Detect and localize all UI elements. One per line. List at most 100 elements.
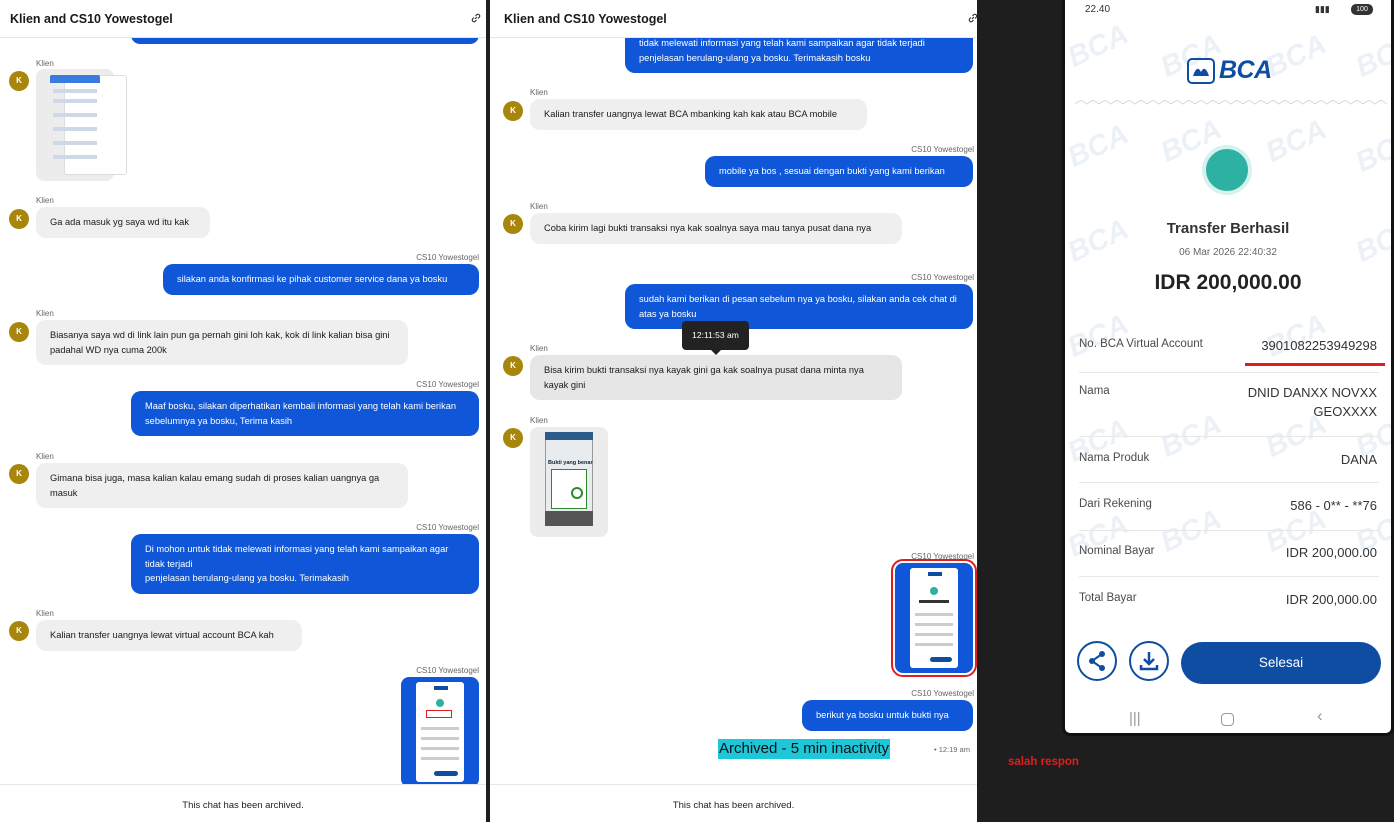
message-bubble: mobile ya bos , sesuai dengan bukti yang… bbox=[705, 156, 973, 187]
bank-name: BCA bbox=[1219, 56, 1272, 84]
avatar: K bbox=[503, 214, 523, 234]
row-label: Nama bbox=[1079, 385, 1110, 397]
sender-name: CS10 Yowestogel bbox=[911, 689, 974, 698]
row-value: IDR 200,000.00 bbox=[1285, 545, 1377, 560]
image-attachment[interactable] bbox=[401, 677, 479, 787]
archived-notice: Archived - 5 min inactivity bbox=[718, 739, 891, 759]
chat-panel-left: Klien and CS10 Yowestogel Klien K Klien … bbox=[0, 0, 486, 822]
watermark: BCA bbox=[1062, 118, 1134, 174]
sender-name: CS10 Yowestogel bbox=[911, 145, 974, 154]
chat-header: Klien and CS10 Yowestogel bbox=[490, 0, 977, 38]
avatar: K bbox=[9, 71, 29, 91]
message-bubble: Ga ada masuk yg saya wd itu kak bbox=[36, 207, 210, 238]
message-bubble: sudah kami berikan di pesan sebelum nya … bbox=[625, 284, 973, 329]
message-bubble: Maaf bosku, silakan diperhatikan kembali… bbox=[131, 391, 479, 436]
avatar: K bbox=[9, 621, 29, 641]
download-button[interactable] bbox=[1129, 641, 1169, 681]
avatar: K bbox=[9, 464, 29, 484]
row-label: Nama Produk bbox=[1079, 452, 1150, 464]
transfer-title: Transfer Berhasil bbox=[1166, 220, 1290, 237]
sender-name: CS10 Yowestogel bbox=[416, 380, 479, 389]
share-icon bbox=[1089, 651, 1105, 671]
row-value: DNID DANXX NOVXX GEOXXXX bbox=[1247, 385, 1377, 419]
message-bubble: Di mohon untuk tidak melewati informasi … bbox=[131, 534, 479, 594]
watermark: BCA bbox=[1155, 503, 1227, 559]
share-button[interactable] bbox=[1077, 641, 1117, 681]
archived-footer-text: This chat has been archived. bbox=[182, 800, 304, 811]
row-divider bbox=[1079, 530, 1379, 531]
image-attachment[interactable]: Bukti yang benar bbox=[530, 427, 608, 537]
sender-name: CS10 Yowestogel bbox=[911, 552, 974, 561]
transfer-datetime: 06 Mar 2026 22:40:32 bbox=[1179, 247, 1277, 258]
thumb-caption: Bukti yang benar bbox=[548, 460, 593, 466]
message-bubble: silakan anda konfirmasi ke pihak custome… bbox=[163, 264, 479, 295]
bca-logo: BCA bbox=[1187, 56, 1275, 86]
message-bubble: Bisa kirim bukti transaksi nya kayak gin… bbox=[530, 355, 902, 400]
sender-name: Klien bbox=[36, 196, 54, 205]
row-value: IDR 200,000.00 bbox=[1285, 592, 1377, 607]
message-bubble: Biasanya saya wd di link lain pun ga per… bbox=[36, 320, 408, 365]
chat-footer: This chat has been archived. bbox=[490, 784, 977, 822]
bca-receipt-screenshot: 22.40 ▮▮▮ 100 BCA BCA BCA BCA BCA BCA BC… bbox=[1062, 0, 1394, 736]
row-label: No. BCA Virtual Account bbox=[1079, 338, 1203, 350]
sender-name: Klien bbox=[530, 344, 548, 353]
watermark: BCA bbox=[1062, 18, 1134, 74]
image-attachment[interactable] bbox=[36, 69, 127, 181]
row-label: Dari Rekening bbox=[1079, 498, 1152, 510]
sender-name: Klien bbox=[36, 452, 54, 461]
sender-name: Klien bbox=[530, 202, 548, 211]
home-icon[interactable] bbox=[1221, 713, 1234, 726]
chat-header: Klien and CS10 Yowestogel bbox=[0, 0, 486, 38]
download-icon bbox=[1139, 652, 1159, 671]
watermark: BCA bbox=[1350, 28, 1394, 84]
sender-name: Klien bbox=[530, 88, 548, 97]
back-icon[interactable]: ‹ bbox=[1317, 706, 1323, 726]
sender-name: Klien bbox=[36, 59, 54, 68]
message-bubble: Kalian transfer uangnya lewat virtual ac… bbox=[36, 620, 302, 651]
sender-name: Klien bbox=[36, 609, 54, 618]
sender-name: CS10 Yowestogel bbox=[416, 253, 479, 262]
avatar: K bbox=[9, 322, 29, 342]
message-bubble: Coba kirim lagi bukti transaksi nya kak … bbox=[530, 213, 902, 244]
sender-name: CS10 Yowestogel bbox=[911, 273, 974, 282]
avatar: K bbox=[503, 356, 523, 376]
chat-panel-right: Klien and CS10 Yowestogel tidak melewati… bbox=[490, 0, 977, 822]
avatar: K bbox=[503, 428, 523, 448]
annotation-text: salah respon bbox=[1008, 756, 1079, 768]
row-label: Total Bayar bbox=[1079, 592, 1137, 604]
bca-emblem-icon bbox=[1187, 58, 1215, 84]
row-value: DANA bbox=[1340, 452, 1377, 467]
timestamp-tooltip: 12:11:53 am bbox=[682, 321, 749, 355]
transfer-amount: IDR 200,000.00 bbox=[1154, 271, 1302, 294]
archived-footer-text: This chat has been archived. bbox=[672, 800, 795, 811]
row-divider bbox=[1079, 436, 1379, 437]
sender-name: CS10 Yowestogel bbox=[416, 666, 479, 675]
status-time: 22.40 bbox=[1085, 4, 1111, 15]
watermark: BCA bbox=[1062, 308, 1134, 364]
chat-footer: This chat has been archived. bbox=[0, 784, 486, 822]
message-bubble: berikut ya bosku untuk bukti nya bbox=[802, 700, 973, 731]
receipt-edge bbox=[1075, 100, 1387, 105]
row-divider bbox=[1079, 482, 1379, 483]
chat-title: Klien and CS10 Yowestogel bbox=[10, 12, 173, 26]
row-divider bbox=[1079, 372, 1379, 373]
link-icon[interactable] bbox=[967, 12, 977, 24]
message-bubble: Kalian transfer uangnya lewat BCA mbanki… bbox=[530, 99, 867, 130]
sender-name: CS10 Yowestogel bbox=[416, 523, 479, 532]
row-label: Nominal Bayar bbox=[1079, 545, 1155, 557]
battery-icon: 100 bbox=[1351, 4, 1373, 15]
done-button[interactable]: Selesai bbox=[1181, 642, 1381, 684]
image-attachment-highlighted[interactable] bbox=[891, 559, 977, 677]
recents-icon[interactable]: ||| bbox=[1129, 710, 1141, 727]
chat-title: Klien and CS10 Yowestogel bbox=[504, 12, 667, 26]
archived-time: • 12:19 am bbox=[934, 745, 970, 754]
virtual-account-number: 3901082253949298 bbox=[1261, 338, 1377, 353]
avatar: K bbox=[9, 209, 29, 229]
watermark: BCA bbox=[1260, 113, 1332, 169]
success-icon bbox=[1202, 145, 1252, 195]
link-icon[interactable] bbox=[470, 12, 482, 24]
highlight-underline bbox=[1245, 363, 1385, 366]
row-value: 586 - 0** - **76 bbox=[1290, 498, 1377, 513]
sender-name: Klien bbox=[530, 416, 548, 425]
watermark: BCA bbox=[1350, 123, 1394, 179]
